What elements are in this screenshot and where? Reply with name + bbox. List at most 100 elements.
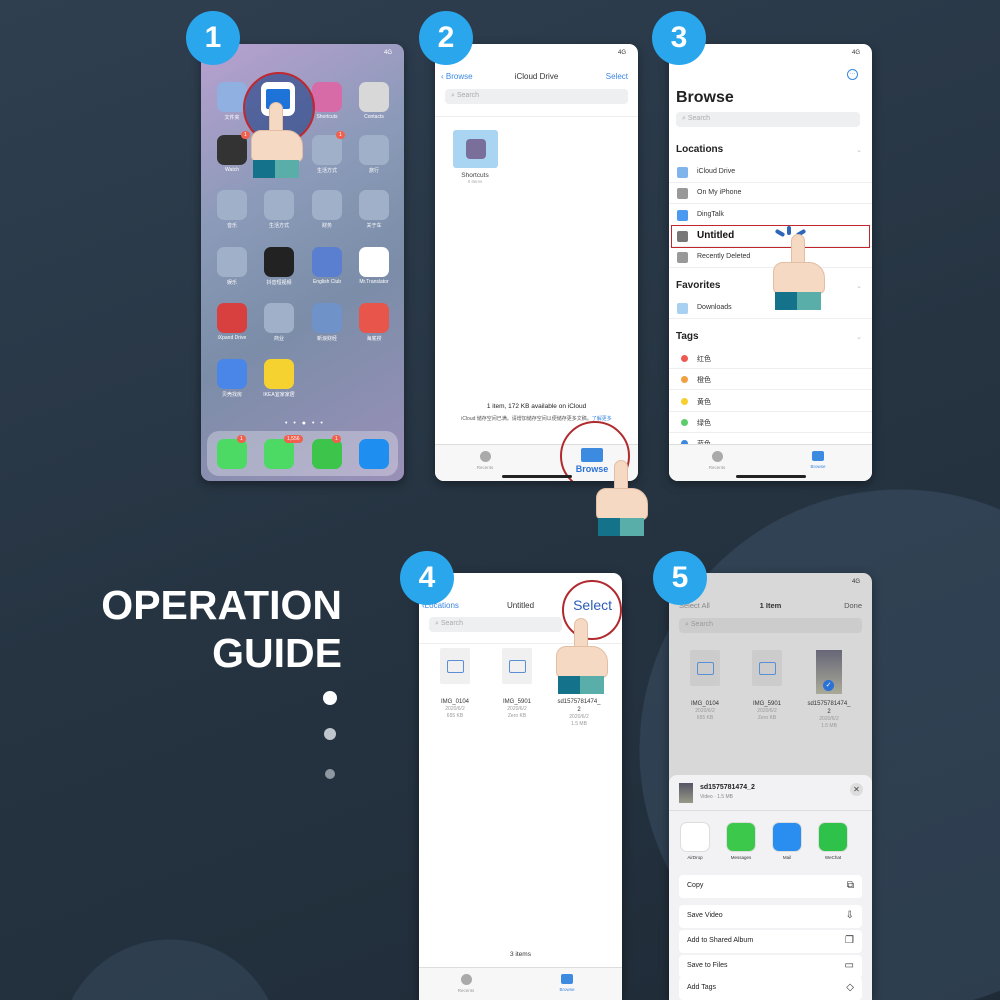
more-options-button[interactable]: ··· [847,69,858,80]
action-label: Add to Shared Album [687,937,754,944]
section-favorites: Favorites [676,280,721,291]
file-icon: ✓ [816,650,842,694]
copy-icon: ⧉ [846,880,854,891]
list-item-黄色[interactable]: 黄色 [669,391,872,412]
folder-icon [452,130,498,168]
file-item[interactable]: IMG_0104 2020/6/2 655 KB [675,650,735,722]
share-sheet: sd1575781474_2 Video · 1.5 MB ✕ AirDrop M… [669,775,872,1000]
app-icon[interactable] [312,135,342,165]
file-date: 2020/6/2 [569,714,589,720]
folder-name: Shortcuts [461,172,489,179]
list-item-on-my-iphone[interactable]: On My iPhone [669,183,872,205]
done-button[interactable]: Done [844,601,862,610]
app-icon[interactable] [264,190,294,220]
file-size: Zero KB [507,713,527,719]
file-size: 1.5 MB [571,721,587,727]
list-item-橙色[interactable]: 橙色 [669,369,872,391]
app-label: 生活方式 [316,168,337,174]
tab-browse[interactable]: Browse [798,451,838,469]
app-label: 生活方式 [268,223,289,229]
tab-recents[interactable]: Recents [465,451,505,470]
app-icon[interactable] [264,247,294,277]
search-input[interactable]: ⌕ Search [676,112,860,127]
app-icon[interactable] [359,190,389,220]
tab-browse[interactable]: Browse [568,448,616,474]
app-icon[interactable] [217,135,247,165]
wechat-app-icon[interactable] [312,439,342,469]
action-copy[interactable]: Copy ⧉ [679,875,862,898]
chevron-down-icon[interactable]: ⌄ [856,333,862,341]
file-size: 655 KB [696,715,714,721]
file-item[interactable]: IMG_0104 2020/6/2 655 KB [425,648,485,720]
list-item-icloud-drive[interactable]: iCloud Drive [669,162,872,183]
file-item[interactable]: ✓ sd1575781474_ 2 2020/6/2 1.5 MB [799,650,859,730]
storage-summary: 1 item, 172 KB available on iCloud [486,403,587,410]
app-icon[interactable] [312,82,342,112]
chevron-down-icon[interactable]: ⌄ [856,146,862,154]
share-app-messages[interactable]: Messages [726,822,756,860]
action-label: Save to Files [687,962,728,969]
location-icon [677,188,688,200]
chevron-down-icon[interactable]: ⌄ [856,282,862,290]
file-name: IMG_5901 [752,701,782,707]
app-icon[interactable] [312,190,342,220]
app-icon[interactable] [359,82,389,112]
search-input[interactable]: ⌕ Search [679,618,862,633]
share-app-wechat[interactable]: WeChat [818,822,848,860]
action-save-video[interactable]: Save Video ⇩ [679,905,862,928]
file-name: IMG_0104 [690,701,720,707]
action-save-to-files[interactable]: Save to Files ▭ [679,955,862,978]
app-icon[interactable] [359,303,389,333]
pager-dot-active [323,691,337,705]
share-app-label: Messages [730,855,752,860]
step-badge-2: 2 [419,11,473,65]
file-item[interactable]: IMG_5901 2020/6/2 Zero KB [737,650,797,722]
tag-color-dot [681,355,688,362]
app-icon[interactable] [264,359,294,389]
share-app-airdrop[interactable]: AirDrop [680,822,710,860]
app-icon[interactable] [217,359,247,389]
app-icon[interactable] [312,247,342,277]
file-date: 2020/6/2 [819,716,839,722]
app-label: 财务 [321,223,332,229]
share-app-mail[interactable]: Mail [772,822,802,860]
list-item-label: 绿色 [697,419,711,427]
app-icon[interactable] [217,190,247,220]
app-icon[interactable] [217,247,247,277]
folder-icon: ▭ [844,960,854,971]
search-input[interactable]: ⌕ Search [445,89,628,104]
step-badge-3: 3 [652,11,706,65]
close-button[interactable]: ✕ [850,783,863,796]
action-label: Copy [687,882,704,889]
tab-browse[interactable]: Browse [547,974,587,992]
clock-icon [711,451,723,462]
file-item[interactable]: IMG_5901 2020/6/2 Zero KB [487,648,547,720]
phone-app-icon[interactable] [217,439,247,469]
search-input[interactable]: ⌕ Search [429,617,562,632]
select-button[interactable]: Select [606,72,628,81]
tab-bar: Recents Browse [419,967,622,1000]
list-item-label: 橙色 [697,377,711,385]
action-add-tags[interactable]: Add Tags ◇ [679,977,862,1000]
list-item-dingtalk[interactable]: DingTalk [669,205,872,226]
folder-shortcuts[interactable]: Shortcuts 0 items [449,130,501,184]
alipay-app-icon[interactable] [359,439,389,469]
messages-app-icon[interactable] [264,439,294,469]
file-date: 2020/6/2 [507,706,527,712]
action-add-to-shared-album[interactable]: Add to Shared Album ❐ [679,930,862,953]
list-item-红色[interactable]: 红色 [669,348,872,369]
app-icon[interactable] [312,303,342,333]
list-item-绿色[interactable]: 绿色 [669,412,872,433]
app-icon[interactable] [264,303,294,333]
tag-icon: ◇ [846,982,854,993]
app-icon[interactable] [217,303,247,333]
clock-icon [460,974,472,985]
page-title: Browse [676,89,734,106]
sheet-file-name: sd1575781474_2 [700,784,755,791]
list-item-label: On My iPhone [697,189,742,197]
file-thumbnail [679,783,693,803]
tab-recents[interactable]: Recents [697,451,737,470]
app-icon[interactable] [359,135,389,165]
app-icon[interactable] [359,247,389,277]
tab-recents[interactable]: Recents [446,974,486,993]
